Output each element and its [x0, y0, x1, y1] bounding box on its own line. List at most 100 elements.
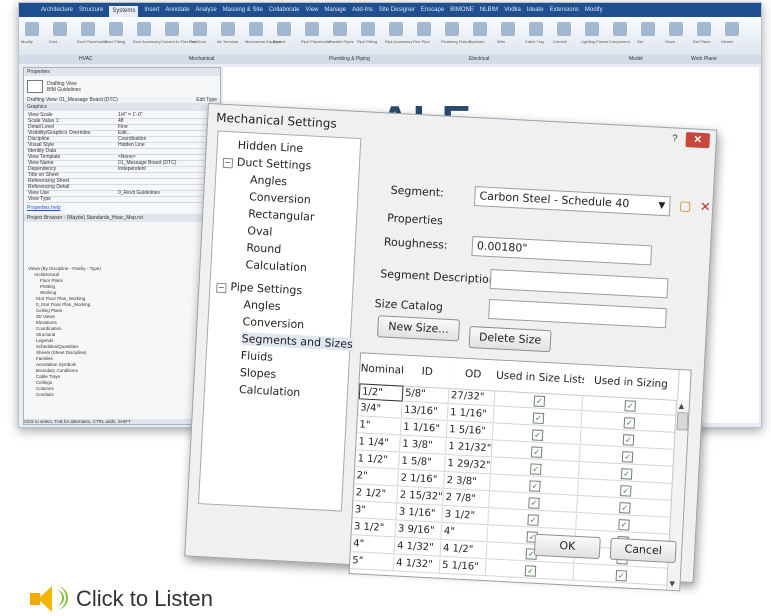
col-od-header[interactable]: OD — [449, 358, 498, 392]
tree-item[interactable]: Angles — [243, 298, 281, 313]
tree-item[interactable]: Segments and Sizes — [241, 332, 354, 351]
table-cell-nominal[interactable]: 1 1/2" — [355, 451, 400, 470]
ribbon-tool-icon[interactable] — [109, 22, 123, 36]
ribbon-tab[interactable]: Vodka — [504, 7, 521, 13]
edit-type-button[interactable]: Edit Type — [196, 97, 217, 103]
checkbox[interactable]: ✓ — [620, 468, 633, 480]
tree-item[interactable]: Pipe Settings — [230, 280, 302, 297]
col-nominal-header[interactable]: Nominal — [359, 353, 407, 387]
tree-collapse-icon[interactable]: − — [216, 282, 227, 294]
chevron-down-icon[interactable]: ▼ — [658, 201, 665, 211]
table-cell-nominal[interactable]: 4" — [350, 536, 396, 555]
tree-item[interactable]: Slopes — [240, 366, 277, 381]
ribbon-tool-icon[interactable] — [473, 22, 487, 36]
tree-item[interactable]: Fluids — [240, 349, 273, 364]
ribbon-tab[interactable]: NLBIM — [480, 7, 498, 13]
scroll-thumb[interactable] — [676, 411, 689, 431]
ribbon-tool-icon[interactable] — [193, 22, 207, 36]
ribbon-tool-icon[interactable] — [81, 22, 95, 36]
ribbon-tool-icon[interactable] — [165, 22, 179, 36]
ribbon-tab[interactable]: Structure — [79, 7, 103, 13]
ribbon-tool-icon[interactable] — [389, 22, 403, 36]
new-segment-icon[interactable]: ▢ — [676, 197, 695, 216]
table-cell-nominal[interactable]: 1 1/4" — [356, 434, 401, 453]
ribbon-tool-icon[interactable] — [725, 22, 739, 36]
click-to-listen[interactable]: Click to Listen — [30, 582, 213, 616]
property-row[interactable]: View Type — [26, 197, 218, 203]
checkbox[interactable]: ✓ — [624, 400, 637, 412]
table-cell-nominal[interactable]: 2" — [354, 468, 400, 487]
ribbon-tool-icon[interactable] — [53, 22, 67, 36]
table-cell-nominal[interactable]: 3 1/2" — [351, 519, 397, 538]
click-to-listen-label[interactable]: Click to Listen — [76, 586, 213, 612]
ribbon-tab[interactable]: Manage — [324, 7, 346, 13]
table-cell-id[interactable]: 5/8" — [402, 385, 450, 405]
tree-item[interactable]: Oval — [247, 224, 273, 238]
table-cell-od[interactable]: 4" — [441, 523, 489, 543]
tree-item[interactable]: Round — [246, 241, 281, 256]
table-cell-nominal[interactable]: 1" — [356, 417, 402, 436]
ribbon-tool-icon[interactable] — [361, 22, 375, 36]
table-cell-nominal[interactable]: 3" — [352, 502, 398, 521]
size-catalog-input[interactable] — [488, 298, 667, 329]
help-icon[interactable]: ? — [665, 132, 684, 147]
speaker-icon[interactable] — [30, 584, 68, 614]
scroll-down-icon[interactable]: ▼ — [669, 580, 675, 588]
close-icon[interactable]: ✕ — [685, 132, 711, 149]
ribbon-tool-icon[interactable] — [277, 22, 291, 36]
checkbox[interactable]: ✓ — [530, 446, 543, 458]
checkbox[interactable]: ✓ — [532, 412, 545, 425]
table-cell-nominal[interactable]: 3/4" — [357, 400, 403, 419]
tree-item[interactable]: Conversion — [249, 190, 311, 206]
checkbox[interactable]: ✓ — [529, 480, 541, 492]
checkbox[interactable]: ✓ — [527, 514, 539, 526]
property-value[interactable]: 0_Revit Guidelines — [118, 191, 160, 196]
ribbon-tab[interactable]: Extensions — [550, 7, 579, 13]
table-cell-od[interactable]: 1 29/32" — [445, 455, 492, 475]
tree-item[interactable]: Calculation — [239, 383, 301, 399]
table-cell-od[interactable]: 27/32" — [448, 388, 496, 407]
table-cell-od[interactable]: 5 1/16" — [439, 557, 487, 577]
checkbox[interactable]: ✓ — [621, 451, 634, 463]
ribbon-tool-icon[interactable] — [25, 22, 39, 36]
ribbon-tool-icon[interactable] — [333, 22, 347, 36]
ribbon-tool-icon[interactable] — [641, 22, 655, 36]
tree-item[interactable]: Conversion — [242, 315, 304, 331]
ribbon-tool-icon[interactable] — [501, 22, 515, 36]
table-cell-nominal[interactable]: 2 1/2" — [353, 485, 399, 504]
view-selector[interactable]: Drafting View: 01_Message Board (DTC) — [27, 97, 118, 103]
ribbon-tool-icon[interactable] — [305, 22, 319, 36]
ribbon-tool-icon[interactable] — [249, 22, 263, 36]
table-cell-nominal[interactable]: 1/2" — [358, 383, 404, 402]
ribbon-tool-icon[interactable] — [697, 22, 711, 36]
cancel-button[interactable]: Cancel — [609, 537, 677, 564]
scroll-up-icon[interactable]: ▲ — [679, 402, 685, 410]
table-cell-id[interactable]: 4 1/32" — [393, 555, 441, 574]
checkbox[interactable]: ✓ — [524, 565, 537, 577]
table-cell-id[interactable]: 13/16" — [401, 402, 449, 421]
table-cell-od[interactable]: 4 1/2" — [440, 540, 488, 560]
table-cell-id[interactable]: 2 1/16" — [398, 470, 445, 489]
ribbon-tab[interactable]: BIMONE — [450, 7, 474, 13]
ribbon-tool-icon[interactable] — [529, 22, 543, 36]
tree-item[interactable]: Calculation — [245, 258, 307, 274]
checkbox[interactable]: ✓ — [530, 463, 542, 475]
ribbon-tab[interactable]: Analyze — [195, 7, 216, 13]
properties-help-link[interactable]: Properties help — [24, 205, 220, 211]
tree-item[interactable]: Rectangular — [248, 207, 315, 223]
browser-item[interactable]: Conduits — [26, 392, 101, 398]
ribbon-tool-icon[interactable] — [585, 22, 599, 36]
table-cell-od[interactable]: 2 3/8" — [444, 472, 491, 492]
ribbon-tab[interactable]: Massing & Site — [223, 7, 263, 13]
ribbon-tab[interactable]: Architecture — [41, 7, 73, 13]
table-cell-id[interactable]: 1 5/8" — [399, 453, 446, 472]
property-value[interactable]: Independent — [118, 167, 146, 172]
ribbon-tool-icon[interactable] — [613, 22, 627, 36]
checkbox[interactable]: ✓ — [615, 569, 628, 582]
checkbox[interactable]: ✓ — [618, 519, 630, 531]
tree-item[interactable]: Hidden Line — [237, 139, 303, 155]
table-cell-id[interactable]: 3 1/16" — [396, 504, 444, 523]
ribbon-tab[interactable]: Add-Ins — [352, 7, 373, 13]
checkbox[interactable]: ✓ — [531, 429, 544, 441]
ribbon-tab[interactable]: Ideate — [527, 7, 544, 13]
